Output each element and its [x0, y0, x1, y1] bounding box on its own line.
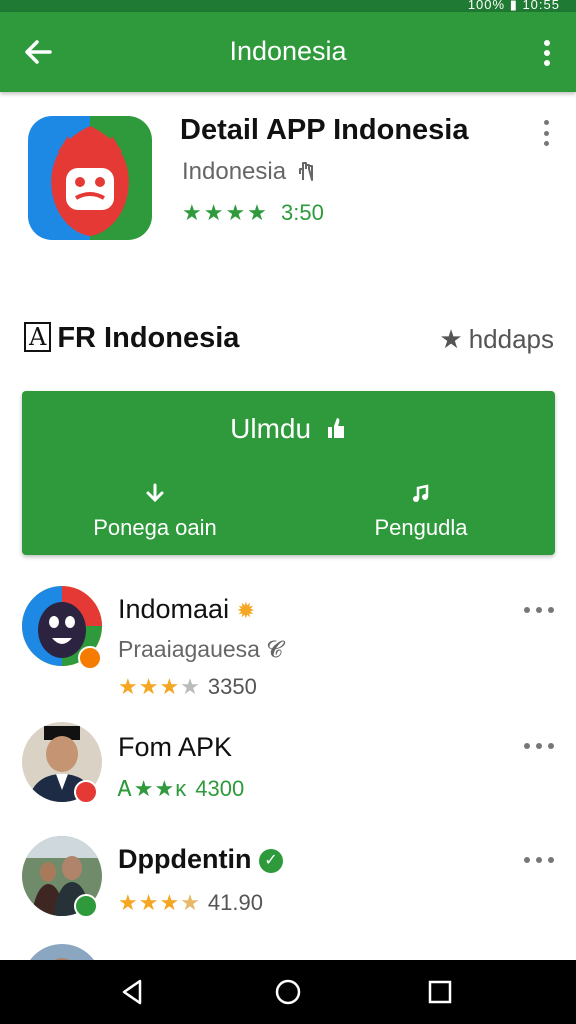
section-title: A FR Indonesia [24, 322, 239, 355]
app-rating-value: 3:50 [281, 200, 324, 225]
section-link-label: hddaps [468, 324, 554, 354]
app-rating: ★★★★ 3:50 [182, 200, 324, 226]
music-note-icon [288, 483, 554, 511]
item-title: Dppdentin ✓ [118, 844, 283, 875]
install-button[interactable]: Ulmdu [22, 413, 555, 445]
item-more-icon[interactable] [524, 856, 554, 864]
item-star-empty: ★ [180, 890, 200, 915]
app-developer: Indonesia [182, 158, 317, 186]
install-card: Ulmdu Ponega oain Pengudla [22, 391, 555, 555]
item-stars: ★★★ [118, 890, 181, 915]
item-more-icon[interactable] [524, 742, 554, 750]
app-icon [28, 116, 152, 240]
item-stars: ★★★ [118, 674, 181, 699]
item-subtitle: Praaiagauesa 𝓒 [118, 636, 283, 663]
item-rating: Ꭺ★★ᴋ 4300 [118, 776, 244, 802]
download-label: Ponega oain [93, 515, 217, 540]
app-developer-label: Indonesia [182, 158, 287, 185]
verified-check-icon [74, 894, 98, 918]
item-subtitle-text: Praaiagauesa [118, 636, 260, 662]
item-more-icon[interactable] [524, 606, 554, 614]
app-bar-title: Indonesia [229, 36, 347, 66]
item-rating-value: 4300 [195, 776, 245, 801]
nav-home-icon[interactable] [272, 976, 304, 1008]
item-rating-value: 3350 [207, 674, 257, 699]
hand-icon [293, 158, 317, 185]
verified-badge-icon: ✓ [259, 849, 283, 873]
thumb-icon [319, 413, 347, 444]
status-bar: 100% ▮ 10:55 [0, 0, 576, 12]
alert-icon [74, 780, 98, 804]
app-rating-stars: ★★★★ [182, 200, 269, 225]
item-title: Indomaai ✹ [118, 594, 255, 625]
item-title-text: Dppdentin [118, 844, 252, 874]
share-button[interactable]: Pengudla [288, 483, 554, 541]
item-star-empty: ★ [180, 674, 200, 699]
nav-bar [0, 960, 576, 1024]
list-item[interactable]: Indomaai ✹ Praaiagauesa 𝓒 ★★★★ 3350 [0, 586, 576, 699]
list-item[interactable]: Fom APK Ꭺ★★ᴋ 4300 [0, 722, 576, 812]
section-logo-icon: A [24, 322, 52, 352]
section-title-text: FR Indonesia [57, 322, 240, 354]
share-label: Pengudla [374, 515, 468, 540]
app-title: Detail APP Indonesia [180, 114, 469, 146]
app-bar: Indonesia [0, 12, 576, 92]
app-more-icon[interactable] [541, 120, 551, 146]
list-item[interactable]: Dppdentin ✓ ★★★★ 41.90 [0, 836, 576, 926]
item-rating-value: 41.90 [207, 890, 263, 915]
more-vert-icon[interactable] [536, 36, 558, 70]
link-icon: 𝓒 [266, 636, 283, 662]
sun-badge-icon: ✹ [236, 598, 256, 623]
nav-back-icon[interactable] [116, 976, 148, 1008]
item-title-text: Indomaai [118, 594, 230, 624]
sun-icon [78, 646, 102, 670]
install-label: Ulmdu [230, 413, 312, 444]
item-stars: Ꭺ★★ᴋ [118, 776, 188, 801]
item-title: Fom APK [118, 732, 233, 762]
item-rating: ★★★★ 3350 [118, 674, 257, 700]
star-icon: ★ [439, 324, 463, 354]
section-link[interactable]: ★ hddaps [439, 324, 554, 355]
download-icon [22, 483, 288, 511]
item-rating: ★★★★ 41.90 [118, 890, 263, 916]
download-button[interactable]: Ponega oain [22, 483, 288, 541]
nav-recents-icon[interactable] [424, 976, 456, 1008]
